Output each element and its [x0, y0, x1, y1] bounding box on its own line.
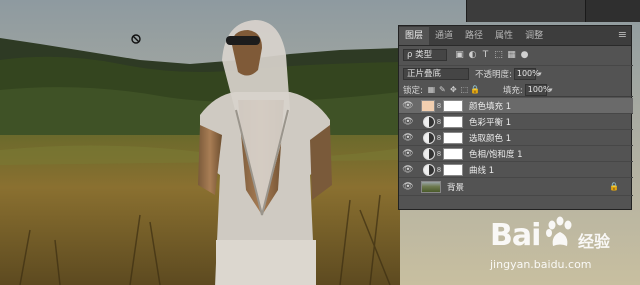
adjustment-filter-icon[interactable]: ◐ [466, 50, 479, 60]
layer-name[interactable]: 曲线 1 [469, 164, 494, 176]
layer-mask-thumb[interactable] [443, 99, 463, 112]
filter-type-select[interactable]: ρ 类型 [403, 49, 447, 61]
opacity-dropdown-icon[interactable]: ▾ [536, 70, 544, 78]
lock-all-icon[interactable]: 🔒 [470, 85, 481, 94]
shape-filter-icon[interactable]: ⬚ [492, 50, 505, 60]
adjustment-layer-icon[interactable] [423, 131, 435, 144]
eye-icon[interactable]: 👁 [399, 117, 417, 127]
lock-artboard-icon[interactable]: ⬚ [459, 85, 470, 94]
tab-layers[interactable]: 图层 [399, 27, 430, 45]
no-entry-cursor-icon [131, 34, 141, 44]
layer-filter-row: ρ 类型 ▣ ◐ T ⬚ ▦ ● [399, 47, 633, 63]
eye-icon[interactable]: 👁 [399, 133, 417, 143]
fill-input[interactable]: 100% [524, 83, 551, 96]
link-icon[interactable]: 8 [435, 166, 443, 174]
opacity-label: 不透明度: [475, 69, 512, 80]
link-icon[interactable]: 8 [435, 150, 443, 158]
link-icon[interactable]: 8 [435, 134, 443, 142]
opacity-input[interactable]: 100% [513, 67, 540, 80]
smart-object-filter-icon[interactable]: ▦ [505, 50, 518, 60]
adjustment-layer-icon[interactable] [423, 163, 435, 176]
layer-row-color-fill[interactable]: 👁 8 颜色填充 1 [399, 98, 633, 114]
layer-mask-thumb[interactable] [443, 115, 463, 128]
lock-icon: 🔒 [609, 182, 619, 191]
panel-tabs: 图层 通道 路径 属性 调整 ≡ [399, 26, 631, 46]
eye-icon[interactable]: 👁 [399, 182, 417, 192]
filter-toggle-icon[interactable]: ● [518, 50, 531, 60]
tab-adjustments[interactable]: 调整 [519, 27, 549, 45]
paw-icon [546, 216, 572, 246]
layer-row-hue-saturation[interactable]: 👁 8 色相/饱和度 1 [399, 146, 633, 162]
app-toolbar-strip [466, 0, 640, 22]
type-filter-icon[interactable]: T [479, 50, 492, 60]
layer-row-selective-color[interactable]: 👁 8 选取颜色 1 [399, 130, 633, 146]
eye-icon[interactable]: 👁 [399, 165, 417, 175]
adjustment-layer-icon[interactable] [423, 115, 435, 128]
eye-icon[interactable]: 👁 [399, 101, 417, 111]
link-icon[interactable]: 8 [435, 102, 443, 110]
fill-swatch-thumb[interactable] [421, 99, 435, 112]
lock-transparent-icon[interactable]: ▦ [426, 85, 437, 94]
layer-name[interactable]: 色相/饱和度 1 [469, 148, 522, 160]
link-icon[interactable]: 8 [435, 118, 443, 126]
watermark-logo-text: Bai [490, 218, 541, 253]
lock-image-icon[interactable]: ✎ [437, 85, 448, 94]
lock-label: 锁定: [403, 85, 423, 96]
adjustment-layer-icon[interactable] [423, 147, 435, 160]
fill-label: 填充: [502, 85, 523, 96]
background-thumb[interactable] [421, 180, 441, 193]
fill-dropdown-icon[interactable]: ▾ [547, 86, 555, 94]
tab-paths[interactable]: 路径 [459, 27, 489, 45]
blend-mode-select[interactable]: 正片叠底 [403, 67, 469, 80]
eye-icon[interactable]: 👁 [399, 149, 417, 159]
layer-name[interactable]: 色彩平衡 1 [469, 116, 511, 128]
lock-position-icon[interactable]: ✥ [448, 85, 459, 94]
layer-mask-thumb[interactable] [443, 147, 463, 160]
toolbar-block [585, 0, 640, 22]
layer-row-color-balance[interactable]: 👁 8 色彩平衡 1 [399, 114, 633, 130]
watermark-url: jingyan.baidu.com [490, 258, 592, 271]
blend-row: 正片叠底 不透明度: 100% ▾ [399, 65, 633, 81]
baidu-jingyan-watermark: Bai 经验 jingyan.baidu.com [490, 216, 640, 282]
watermark-cn-text: 经验 [578, 232, 611, 251]
panel-menu-icon[interactable]: ≡ [618, 27, 627, 45]
lock-row: 锁定: ▦ ✎ ✥ ⬚ 🔒 填充: 100% ▾ [399, 83, 633, 97]
layers-panel: 图层 通道 路径 属性 调整 ≡ ρ 类型 ▣ ◐ T ⬚ ▦ ● 正片叠底 不… [398, 25, 633, 210]
layer-row-background[interactable]: 👁 背景 🔒 [399, 178, 633, 196]
layer-name[interactable]: 颜色填充 1 [469, 100, 511, 112]
layer-name[interactable]: 选取颜色 1 [469, 132, 511, 144]
layer-row-curves[interactable]: 👁 8 曲线 1 [399, 162, 633, 178]
layer-name[interactable]: 背景 [447, 181, 464, 193]
tab-channels[interactable]: 通道 [429, 27, 459, 45]
layer-mask-thumb[interactable] [443, 131, 463, 144]
image-filter-icon[interactable]: ▣ [453, 50, 466, 60]
layer-mask-thumb[interactable] [443, 163, 463, 176]
tab-properties[interactable]: 属性 [489, 27, 519, 45]
